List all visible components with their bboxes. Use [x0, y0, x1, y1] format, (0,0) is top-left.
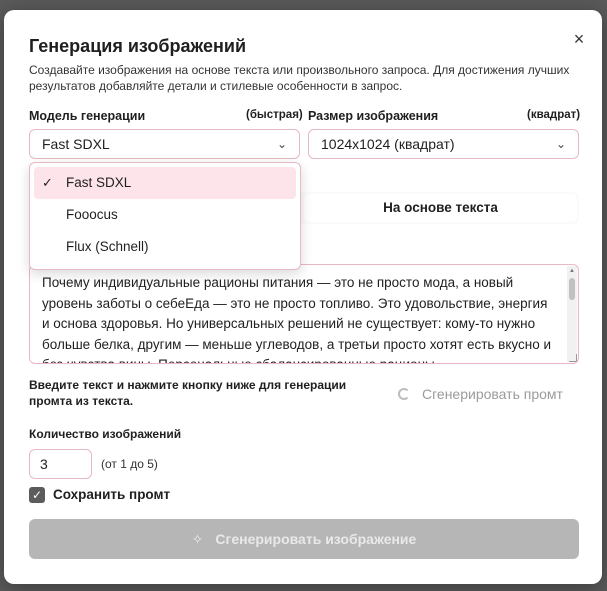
size-hint: (квадрат) — [527, 109, 581, 121]
image-count-hint: (от 1 до 5) — [101, 457, 158, 471]
size-select-value: 1024x1024 (квадрат) — [321, 136, 455, 152]
image-count-input[interactable]: 3 — [29, 449, 92, 479]
model-option-fast-sdxl[interactable]: ✓ Fast SDXL — [34, 167, 296, 199]
generate-prompt-label: Сгенерировать промт — [422, 386, 563, 402]
source-text-value: Почему индивидуальные рационы питания — … — [42, 275, 552, 363]
close-icon[interactable]: × — [569, 29, 589, 49]
generate-image-button[interactable]: ✧ Сгенерировать изображение — [29, 519, 579, 559]
image-count-label: Количество изображений — [29, 427, 182, 441]
prompt-instruction: Введите текст и нажмите кнопку ниже для … — [29, 378, 347, 408]
model-option-fooocus[interactable]: Fooocus — [34, 199, 296, 231]
model-hint: (быстрая) — [246, 109, 303, 121]
model-option-flux-schnell[interactable]: Flux (Schnell) — [34, 231, 296, 263]
generate-image-label: Сгенерировать изображение — [215, 531, 417, 547]
check-icon: ✓ — [42, 175, 53, 190]
model-select-value: Fast SDXL — [42, 136, 110, 152]
size-select[interactable]: 1024x1024 (квадрат) ⌄ — [308, 129, 579, 159]
generate-prompt-button[interactable]: Сгенерировать промт — [390, 382, 580, 406]
spinner-icon — [398, 388, 410, 400]
scroll-thumb[interactable] — [569, 278, 575, 300]
image-generation-dialog: Генерация изображений × Создавайте изобр… — [4, 10, 602, 584]
dialog-subtitle: Создавайте изображения на основе текста … — [29, 63, 570, 93]
save-prompt-label[interactable]: Сохранить промт — [53, 487, 170, 502]
chevron-down-icon: ⌄ — [276, 137, 287, 151]
model-dropdown: ✓ Fast SDXL Fooocus Flux (Schnell) — [29, 162, 301, 270]
model-select[interactable]: Fast SDXL ⌄ — [29, 129, 300, 159]
dialog-title: Генерация изображений — [29, 36, 247, 56]
textarea-scrollbar[interactable]: ▲ — [567, 266, 577, 362]
chevron-down-icon: ⌄ — [555, 137, 566, 151]
sparkle-icon: ✧ — [191, 531, 204, 547]
size-label: Размер изображения — [308, 109, 439, 123]
resize-handle[interactable] — [569, 354, 577, 362]
scroll-up-icon[interactable]: ▲ — [568, 267, 576, 275]
save-prompt-checkbox[interactable]: ✓ — [29, 487, 45, 503]
source-text-input[interactable]: Почему индивидуальные рационы питания — … — [29, 264, 579, 364]
tab-text-based[interactable]: На основе текста — [304, 194, 577, 222]
model-label: Модель генерации — [29, 109, 146, 123]
